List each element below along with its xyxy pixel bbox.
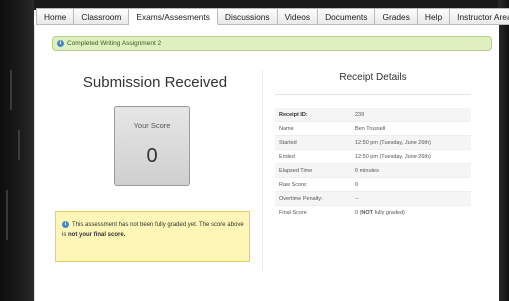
receipt-row-elapsed: Elapsed Time 0 minutes xyxy=(275,163,471,178)
receipt-label: Started xyxy=(275,135,351,150)
receipt-label: Name xyxy=(275,121,351,136)
tab-help[interactable]: Help xyxy=(417,8,451,25)
receipt-label: Raw Score: xyxy=(275,177,351,192)
receipt-value: 12:50 pm (Tuesday, June 26th) xyxy=(351,135,471,150)
receipt-title: Receipt Details xyxy=(339,72,407,83)
dark-background-right xyxy=(498,0,509,301)
tab-videos[interactable]: Videos xyxy=(277,8,319,25)
receipt-row-overtime: Overtime Penalty: -- xyxy=(275,191,471,206)
receipt-value: -- xyxy=(351,191,471,206)
receipt-label: Receipt ID: xyxy=(275,108,351,122)
info-icon: i xyxy=(62,220,69,228)
receipt-label: Overtime Penalty: xyxy=(275,191,351,206)
final-score-bold: NOT xyxy=(361,209,374,216)
receipt-row-ended: Ended 12:50 pm (Tuesday, June 26th) xyxy=(275,149,471,164)
completion-notice-text: Completed Writing Assignment 2 xyxy=(67,40,162,47)
grading-warning: i This assessment has not been fully grad… xyxy=(55,211,250,262)
receipt-row-id: Receipt ID: 239 xyxy=(275,108,471,122)
receipt-value: 0 minutes xyxy=(351,163,471,178)
tab-discussions[interactable]: Discussions xyxy=(217,8,278,25)
dark-background-left xyxy=(0,0,34,301)
grading-warning-bold: not your final score. xyxy=(68,232,126,238)
score-box: Your Score 0 xyxy=(114,106,190,186)
receipt-value: 0 xyxy=(351,177,471,192)
receipt-value: 239 xyxy=(351,108,471,122)
receipt-title-rule xyxy=(275,94,471,95)
receipt-row-raw-score: Raw Score: 0 xyxy=(275,177,471,192)
info-icon: i xyxy=(57,39,64,47)
tab-exams-assessments[interactable]: Exams/Assesments xyxy=(129,8,218,25)
receipt-row-name: Name Ben Trussell xyxy=(275,121,471,136)
receipt-label: Ended xyxy=(275,149,351,164)
completion-notice: i Completed Writing Assignment 2 xyxy=(52,36,492,51)
score-label: Your Score xyxy=(133,121,171,130)
score-value: 0 xyxy=(146,145,158,167)
submission-title: Submission Received xyxy=(82,74,228,91)
receipt-row-final-score: Final Score 0 (NOT fully graded) xyxy=(275,205,471,219)
tab-classroom[interactable]: Classroom xyxy=(74,8,130,25)
receipt-value: 12:50 pm (Tuesday, June 26th) xyxy=(351,149,471,164)
tab-grades[interactable]: Grades xyxy=(375,8,418,25)
main-nav: Home Classroom Exams/Assesments Discussi… xyxy=(36,8,509,25)
receipt-value: Ben Trussell xyxy=(351,121,471,136)
tab-home[interactable]: Home xyxy=(36,8,75,25)
tab-instructor-area[interactable]: Instructor Area xyxy=(450,8,509,25)
receipt-label: Elapsed Time xyxy=(275,163,351,178)
receipt-row-started: Started 12:50 pm (Tuesday, June 26th) xyxy=(275,135,471,150)
column-divider xyxy=(262,70,263,270)
final-score-post: fully graded) xyxy=(373,209,405,216)
receipt-value: 0 (NOT fully graded) xyxy=(351,205,471,219)
receipt-label: Final Score xyxy=(275,205,351,219)
tab-documents[interactable]: Documents xyxy=(318,8,376,25)
receipt-table: Receipt ID: 239 Name Ben Trussell Starte… xyxy=(275,108,471,219)
